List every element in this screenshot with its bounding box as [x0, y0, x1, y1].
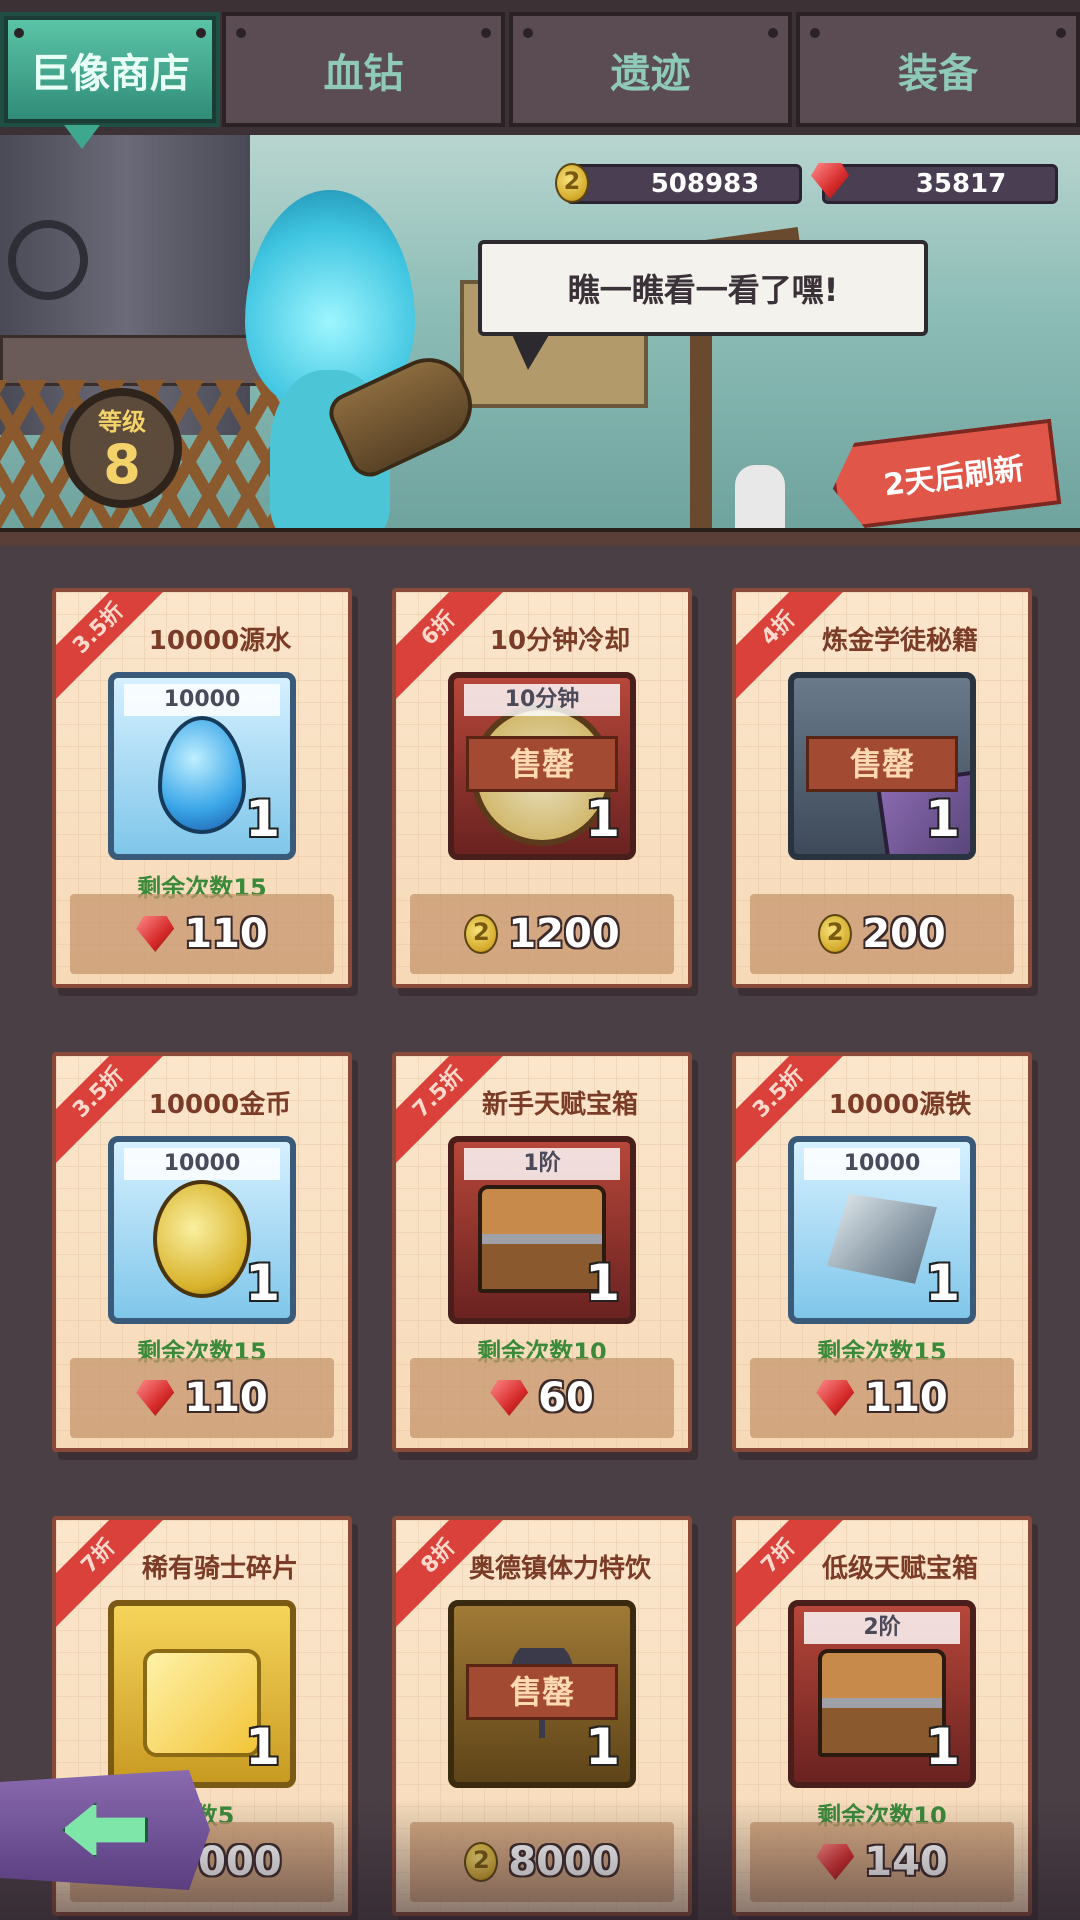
shop-item-card[interactable]: 3.5折 10000源水 10000 1 剩余次数15 110	[52, 588, 352, 988]
item-frame: 售罄 1	[448, 1600, 636, 1788]
item-count: 1	[245, 1718, 280, 1776]
gold-currency-display: 508983	[555, 163, 802, 204]
red-gem-icon	[136, 916, 175, 952]
item-count: 1	[585, 790, 620, 848]
shop-item-card[interactable]: 3.5折 10000源铁 10000 1 剩余次数15 110	[732, 1052, 1032, 1452]
price-amount: 110	[184, 1375, 268, 1421]
red-gem-icon	[490, 1380, 529, 1416]
item-quantity-label: 10000	[124, 1148, 280, 1180]
item-count: 1	[925, 1718, 960, 1776]
item-frame: 10000 1	[108, 672, 296, 860]
price-amount: 1200	[508, 911, 620, 957]
gem-amount: 35817	[915, 169, 1007, 199]
shop-item-card[interactable]: 6折10分钟冷却10分钟售罄11200	[392, 588, 692, 988]
tab-pointer-icon	[64, 125, 100, 149]
item-name: 低级天赋宝箱	[821, 1554, 978, 1584]
item-name: 10000源铁	[828, 1090, 972, 1120]
shopkeeper-speech-bubble: 瞧一瞧看一看了嘿!	[478, 240, 928, 336]
tab-relics[interactable]: 遗迹	[509, 12, 792, 127]
item-count: 1	[585, 1254, 620, 1312]
item-name: 10分钟冷却	[489, 626, 631, 656]
buy-price-button[interactable]: 1200	[410, 894, 674, 974]
item-frame: 10000 1	[108, 1136, 296, 1324]
shop-level-badge: 等级 8	[62, 388, 182, 508]
item-quantity-label: 10分钟	[464, 684, 620, 716]
sold-out-banner: 售罄	[806, 736, 958, 792]
item-frame: 1阶 1	[448, 1136, 636, 1324]
item-name: 炼金学徒秘籍	[821, 626, 978, 656]
back-button[interactable]	[0, 1770, 210, 1890]
item-name: 10000源水	[148, 626, 292, 656]
tab-label: 装备	[898, 50, 978, 97]
red-gem-icon	[136, 1380, 175, 1416]
gem-currency-display: 35817	[811, 163, 1058, 204]
water-drop-icon	[158, 715, 246, 834]
price-amount: 110	[864, 1375, 948, 1421]
buy-price-button[interactable]: 110	[750, 1358, 1014, 1438]
gold-coin-icon	[464, 914, 499, 954]
iron-ore-icon	[827, 1193, 937, 1284]
sold-out-banner: 售罄	[466, 736, 618, 792]
scene-divider	[0, 528, 1080, 546]
tab-label: 血钻	[323, 50, 404, 97]
item-frame: 1	[108, 1600, 296, 1788]
puzzle-piece-icon	[143, 1648, 261, 1757]
item-count: 1	[245, 790, 280, 848]
price-amount: 110	[184, 911, 268, 957]
item-name: 稀有骑士碎片	[141, 1554, 298, 1584]
tab-label: 巨像商店	[30, 50, 190, 97]
shop-item-card[interactable]: 4折炼金学徒秘籍售罄1200	[732, 588, 1032, 988]
back-arrow-icon	[62, 1802, 148, 1858]
shop-item-card[interactable]: 3.5折 10000金币 10000 1 剩余次数15 110	[52, 1052, 352, 1452]
level-label: 等级	[98, 408, 146, 436]
item-frame: 10分钟售罄 1	[448, 672, 636, 860]
item-name: 新手天赋宝箱	[481, 1090, 638, 1120]
buy-price-button[interactable]: 110	[70, 894, 334, 974]
gold-coin-icon	[555, 163, 589, 203]
item-quantity-label: 10000	[804, 1148, 960, 1180]
item-count: 1	[925, 790, 960, 848]
speech-text: 瞧一瞧看一看了嘿!	[567, 271, 839, 309]
item-quantity-label: 2阶	[804, 1612, 960, 1644]
price-amount: 60	[538, 1375, 594, 1421]
item-count: 1	[245, 1254, 280, 1312]
gold-amount: 508983	[650, 169, 760, 199]
buy-price-button[interactable]: 200	[750, 894, 1014, 974]
item-frame: 2阶 1	[788, 1600, 976, 1788]
tab-label: 遗迹	[610, 50, 691, 97]
buy-price-button[interactable]: 60	[410, 1358, 674, 1438]
sold-out-banner: 售罄	[466, 1664, 618, 1720]
refresh-text: 2天后刷新	[881, 451, 1026, 504]
worker-figure	[735, 465, 785, 530]
gold-coin-icon	[153, 1179, 251, 1298]
tab-colossus-shop[interactable]: 巨像商店	[0, 12, 220, 149]
tab-equipment[interactable]: 装备	[796, 12, 1080, 127]
valve-wheel-icon	[8, 220, 88, 300]
item-count: 1	[925, 1254, 960, 1312]
speech-bubble-tail	[510, 330, 552, 370]
item-name: 10000金币	[148, 1090, 292, 1120]
level-value: 8	[103, 433, 141, 496]
item-frame: 售罄 1	[788, 672, 976, 860]
item-frame: 10000 1	[788, 1136, 976, 1324]
tab-blood-diamond[interactable]: 血钻	[222, 12, 505, 127]
price-amount: 200	[862, 911, 946, 957]
gold-coin-icon	[818, 914, 853, 954]
item-count: 1	[585, 1718, 620, 1776]
red-gem-icon	[816, 1380, 855, 1416]
shop-item-card[interactable]: 7.5折 新手天赋宝箱 1阶 1 剩余次数10 60	[392, 1052, 692, 1452]
buy-price-button[interactable]: 110	[70, 1358, 334, 1438]
item-quantity-label: 1阶	[464, 1148, 620, 1180]
item-quantity-label: 10000	[124, 684, 280, 716]
shopkeeper-spirit-avatar	[235, 190, 486, 530]
shop-tab-bar: 巨像商店 血钻 遗迹 装备	[0, 0, 1080, 149]
item-name: 奥德镇体力特饮	[468, 1554, 651, 1584]
